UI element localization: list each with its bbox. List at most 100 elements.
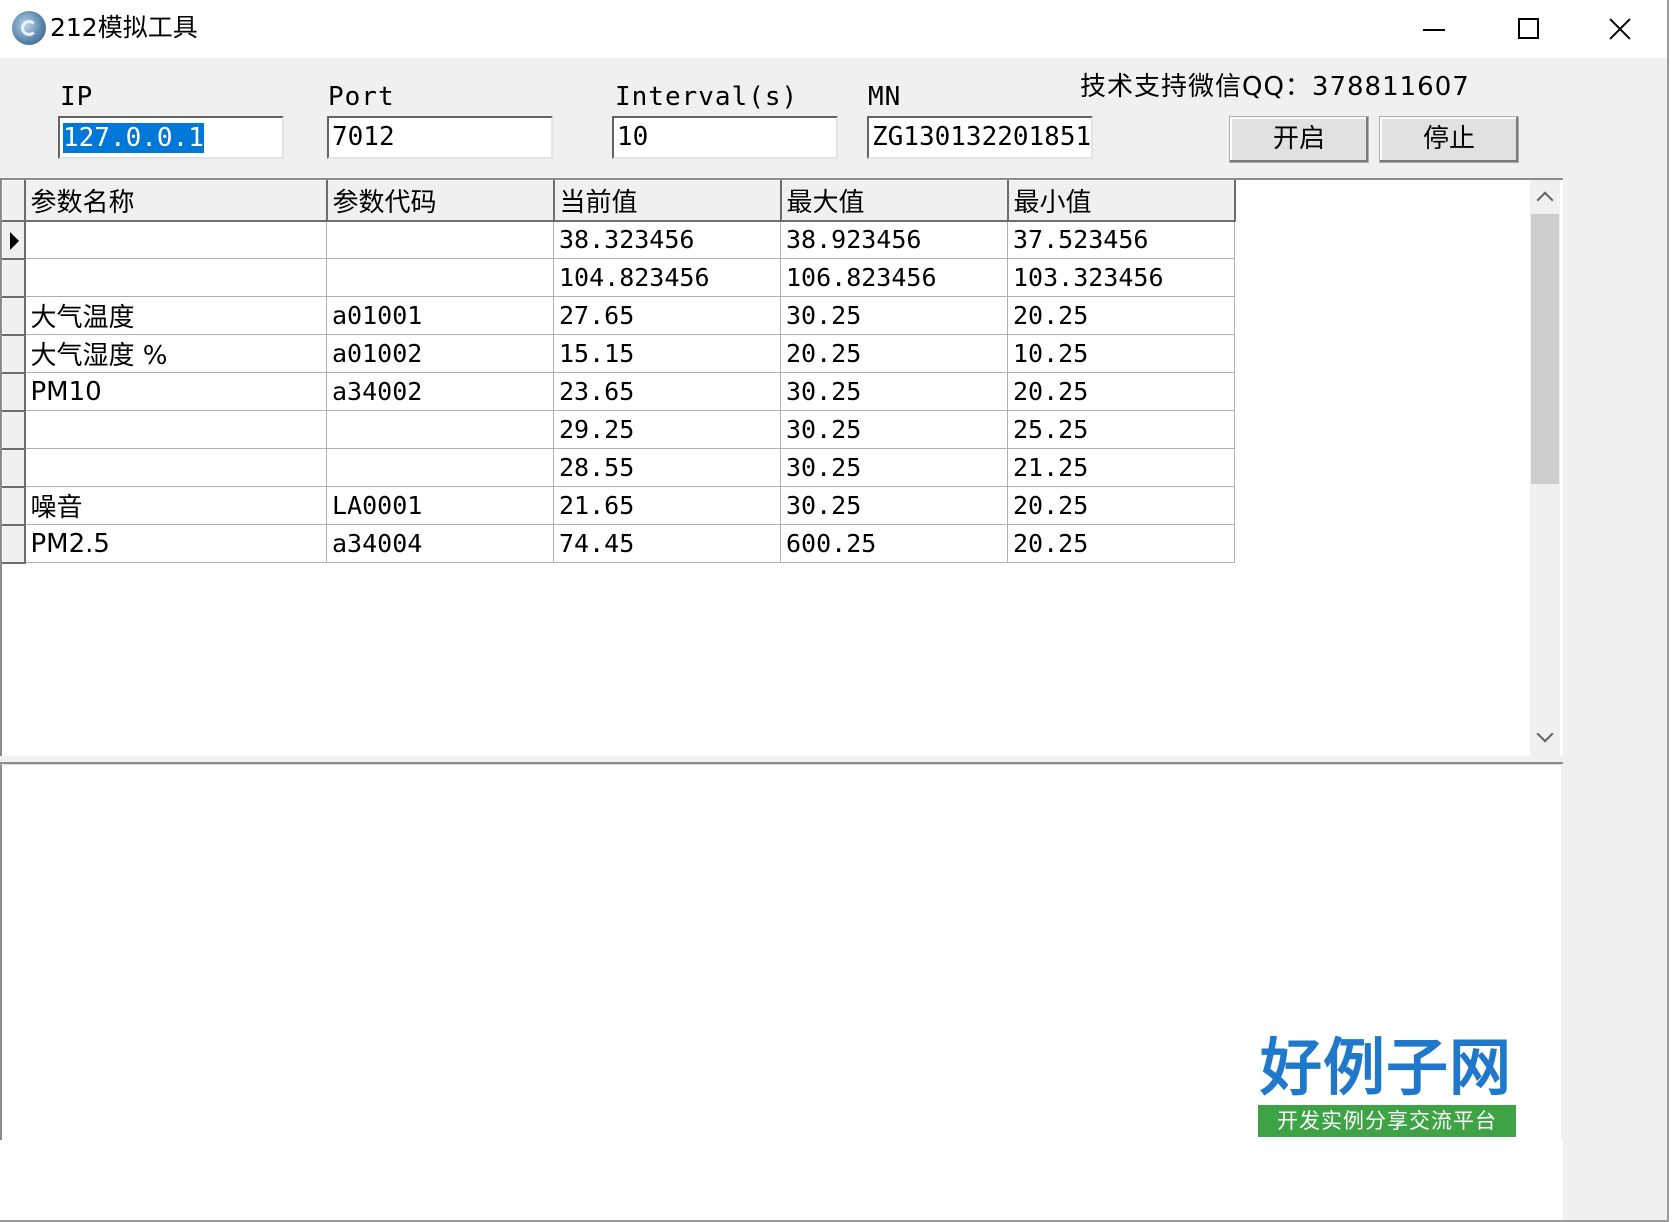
start-button[interactable]: 开启: [1229, 116, 1369, 163]
grid-header-row: 参数名称 参数代码 当前值 最大值 最小值: [2, 180, 1236, 222]
logo-sub-text: 开发实例分享交流平台: [1258, 1105, 1516, 1137]
row-header[interactable]: [2, 410, 26, 450]
parameter-grid[interactable]: 参数名称 参数代码 当前值 最大值 最小值 38.323456 38.92345…: [0, 178, 1563, 758]
scroll-down-arrow-icon[interactable]: [1530, 722, 1560, 756]
interval-label: Interval(s): [615, 82, 799, 112]
cell-code[interactable]: LA0001: [326, 486, 554, 525]
cell-current[interactable]: 21.65: [553, 486, 781, 525]
cell-max[interactable]: 30.25: [780, 372, 1008, 411]
close-button[interactable]: [1578, 0, 1662, 58]
table-row[interactable]: PM2.5 a34004 74.45 600.25 20.25: [2, 524, 1235, 564]
scroll-thumb[interactable]: [1531, 214, 1559, 484]
support-contact-text: 技术支持微信QQ：378811607: [1080, 72, 1470, 102]
cell-name[interactable]: PM2.5: [24, 524, 327, 563]
cell-current[interactable]: 15.15: [553, 334, 781, 373]
row-pointer-icon: [10, 231, 19, 250]
app-window: 212模拟工具 IP 127.0.0.1 Port 7012 Interval(…: [0, 0, 1669, 1222]
cell-code[interactable]: a01001: [326, 296, 554, 335]
row-header[interactable]: [2, 296, 26, 336]
ip-input[interactable]: 127.0.0.1: [58, 116, 284, 159]
cell-code[interactable]: [326, 410, 554, 449]
cell-name[interactable]: PM10: [24, 372, 327, 411]
cell-min[interactable]: 10.25: [1007, 334, 1235, 373]
title-bar: 212模拟工具: [0, 0, 1667, 58]
cell-min[interactable]: 21.25: [1007, 448, 1235, 487]
table-row[interactable]: 38.323456 38.923456 37.523456: [2, 220, 1235, 260]
cell-name[interactable]: [24, 448, 327, 487]
column-header-current[interactable]: 当前值: [553, 180, 782, 222]
cell-current[interactable]: 27.65: [553, 296, 781, 335]
cell-min[interactable]: 20.25: [1007, 524, 1235, 563]
row-header[interactable]: [2, 258, 26, 298]
cell-name[interactable]: [24, 410, 327, 449]
table-row[interactable]: 104.823456 106.823456 103.323456: [2, 258, 1235, 298]
cell-name[interactable]: [24, 258, 327, 297]
column-header-name[interactable]: 参数名称: [24, 180, 328, 222]
row-header[interactable]: [2, 334, 26, 374]
mn-label: MN: [868, 82, 902, 112]
cell-current[interactable]: 23.65: [553, 372, 781, 411]
cell-code[interactable]: [326, 258, 554, 297]
parameter-table: 参数名称 参数代码 当前值 最大值 最小值 38.323456 38.92345…: [2, 180, 1236, 564]
table-row[interactable]: 29.25 30.25 25.25: [2, 410, 1235, 450]
logo-main-text: 好例子网: [1260, 1031, 1513, 1104]
row-header[interactable]: [2, 220, 26, 260]
cell-code[interactable]: a34002: [326, 372, 554, 411]
cell-code[interactable]: a34004: [326, 524, 554, 563]
cell-max[interactable]: 20.25: [780, 334, 1008, 373]
cell-code[interactable]: a01002: [326, 334, 554, 373]
row-header[interactable]: [2, 486, 26, 526]
grid-vertical-scrollbar[interactable]: [1530, 180, 1560, 756]
port-label: Port: [328, 82, 395, 112]
row-header[interactable]: [2, 524, 26, 564]
interval-input[interactable]: 10: [612, 116, 838, 159]
app-globe-icon: [12, 11, 46, 45]
cell-max[interactable]: 38.923456: [780, 220, 1008, 259]
ip-label: IP: [60, 82, 94, 112]
cell-min[interactable]: 25.25: [1007, 410, 1235, 449]
cell-code[interactable]: [326, 220, 554, 259]
column-header-max[interactable]: 最大值: [780, 180, 1009, 222]
table-row[interactable]: 大气温度 a01001 27.65 30.25 20.25: [2, 296, 1235, 336]
port-input[interactable]: 7012: [327, 116, 553, 159]
table-row[interactable]: PM10 a34002 23.65 30.25 20.25: [2, 372, 1235, 412]
watermark-logo: 好例子网 开发实例分享交流平台: [1258, 1035, 1520, 1137]
cell-name[interactable]: 大气湿度 %: [24, 334, 327, 373]
cell-max[interactable]: 30.25: [780, 448, 1008, 487]
cell-min[interactable]: 20.25: [1007, 296, 1235, 335]
cell-current[interactable]: 28.55: [553, 448, 781, 487]
cell-max[interactable]: 106.823456: [780, 258, 1008, 297]
table-row[interactable]: 噪音 LA0001 21.65 30.25 20.25: [2, 486, 1235, 526]
cell-min[interactable]: 103.323456: [1007, 258, 1235, 297]
cell-max[interactable]: 30.25: [780, 296, 1008, 335]
cell-name[interactable]: 噪音: [24, 486, 327, 525]
table-row[interactable]: 大气湿度 % a01002 15.15 20.25 10.25: [2, 334, 1235, 374]
scroll-up-arrow-icon[interactable]: [1530, 180, 1560, 214]
cell-name[interactable]: [24, 220, 327, 259]
cell-max[interactable]: 600.25: [780, 524, 1008, 563]
table-row[interactable]: 28.55 30.25 21.25: [2, 448, 1235, 488]
cell-current[interactable]: 38.323456: [553, 220, 781, 259]
minimize-button[interactable]: [1393, 0, 1477, 58]
cell-min[interactable]: 20.25: [1007, 486, 1235, 525]
cell-current[interactable]: 104.823456: [553, 258, 781, 297]
cell-name[interactable]: 大气温度: [24, 296, 327, 335]
cell-max[interactable]: 30.25: [780, 486, 1008, 525]
cell-code[interactable]: [326, 448, 554, 487]
cell-min[interactable]: 20.25: [1007, 372, 1235, 411]
cell-min[interactable]: 37.523456: [1007, 220, 1235, 259]
cell-current[interactable]: 74.45: [553, 524, 781, 563]
column-header-code[interactable]: 参数代码: [326, 180, 555, 222]
stop-button[interactable]: 停止: [1379, 116, 1519, 163]
ip-input-value: 127.0.0.1: [63, 123, 204, 153]
panel-splitter[interactable]: [0, 756, 1563, 764]
grid-corner-cell: [2, 180, 26, 222]
row-header[interactable]: [2, 372, 26, 412]
row-header[interactable]: [2, 448, 26, 488]
cell-max[interactable]: 30.25: [780, 410, 1008, 449]
column-header-min[interactable]: 最小值: [1007, 180, 1236, 222]
mn-input[interactable]: ZG130132201851: [867, 116, 1093, 159]
cell-current[interactable]: 29.25: [553, 410, 781, 449]
maximize-button[interactable]: [1485, 0, 1569, 58]
window-title: 212模拟工具: [50, 13, 198, 42]
